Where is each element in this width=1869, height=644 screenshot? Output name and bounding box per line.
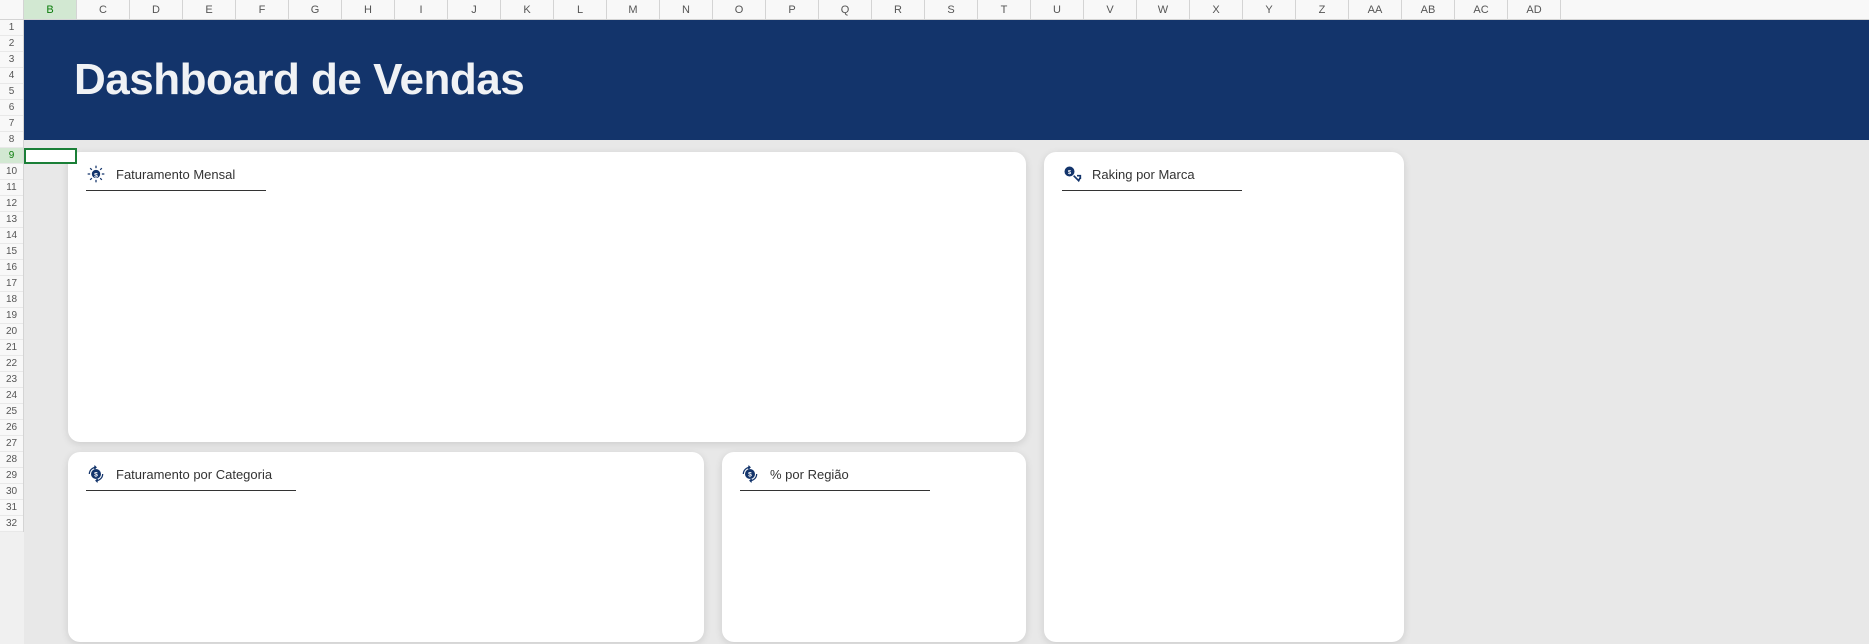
row-header-19[interactable]: 19 (0, 308, 23, 324)
column-header-d[interactable]: D (130, 0, 183, 19)
column-header-z[interactable]: Z (1296, 0, 1349, 19)
selected-cell-b9[interactable] (24, 148, 77, 164)
row-header-31[interactable]: 31 (0, 500, 23, 516)
row-header-12[interactable]: 12 (0, 196, 23, 212)
column-header-j[interactable]: J (448, 0, 501, 19)
row-header-28[interactable]: 28 (0, 452, 23, 468)
sheet-content: Dashboard de Vendas $ Faturame (24, 20, 1869, 644)
row-header-13[interactable]: 13 (0, 212, 23, 228)
row-header-8[interactable]: 8 (0, 132, 23, 148)
column-header-f[interactable]: F (236, 0, 289, 19)
column-header-e[interactable]: E (183, 0, 236, 19)
svg-text:$: $ (94, 472, 98, 479)
row-header-16[interactable]: 16 (0, 260, 23, 276)
column-header-k[interactable]: K (501, 0, 554, 19)
column-header-s[interactable]: S (925, 0, 978, 19)
row-header-21[interactable]: 21 (0, 340, 23, 356)
card-title-label: % por Região (770, 467, 849, 482)
card-title-label: Faturamento por Categoria (116, 467, 272, 482)
column-header-y[interactable]: Y (1243, 0, 1296, 19)
column-header-l[interactable]: L (554, 0, 607, 19)
row-headers: 1234567891011121314151617181920212223242… (0, 20, 24, 532)
column-header-p[interactable]: P (766, 0, 819, 19)
row-header-29[interactable]: 29 (0, 468, 23, 484)
column-header-q[interactable]: Q (819, 0, 872, 19)
row-header-7[interactable]: 7 (0, 116, 23, 132)
row-header-30[interactable]: 30 (0, 484, 23, 500)
row-header-20[interactable]: 20 (0, 324, 23, 340)
card-ranking-marca: $ Raking por Marca (1044, 152, 1404, 642)
card-faturamento-categoria: $ Faturamento por Categoria (68, 452, 704, 642)
column-header-aa[interactable]: AA (1349, 0, 1402, 19)
row-header-15[interactable]: 15 (0, 244, 23, 260)
row-header-3[interactable]: 3 (0, 52, 23, 68)
column-header-w[interactable]: W (1137, 0, 1190, 19)
column-header-v[interactable]: V (1084, 0, 1137, 19)
row-header-18[interactable]: 18 (0, 292, 23, 308)
ranking-icon: $ (1062, 164, 1082, 184)
card-underline (1062, 190, 1242, 191)
svg-text:$: $ (748, 472, 752, 479)
card-header: $ Faturamento por Categoria (86, 464, 686, 484)
column-headers: BCDEFGHIJKLMNOPQRSTUVWXYZAAABACAD (24, 0, 1869, 20)
row-header-9[interactable]: 9 (0, 148, 23, 164)
row-header-24[interactable]: 24 (0, 388, 23, 404)
dashboard-title: Dashboard de Vendas (74, 55, 524, 105)
column-header-ad[interactable]: AD (1508, 0, 1561, 19)
column-header-i[interactable]: I (395, 0, 448, 19)
row-header-27[interactable]: 27 (0, 436, 23, 452)
column-header-b[interactable]: B (24, 0, 77, 19)
column-header-u[interactable]: U (1031, 0, 1084, 19)
card-title-label: Raking por Marca (1092, 167, 1195, 182)
column-header-h[interactable]: H (342, 0, 395, 19)
row-header-25[interactable]: 25 (0, 404, 23, 420)
row-header-23[interactable]: 23 (0, 372, 23, 388)
column-header-t[interactable]: T (978, 0, 1031, 19)
row-header-5[interactable]: 5 (0, 84, 23, 100)
card-underline (86, 490, 296, 491)
row-header-10[interactable]: 10 (0, 164, 23, 180)
column-header-ac[interactable]: AC (1455, 0, 1508, 19)
card-underline (740, 490, 930, 491)
card-faturamento-mensal: $ Faturamento Mensal (68, 152, 1026, 442)
svg-text:$: $ (94, 172, 98, 179)
row-header-4[interactable]: 4 (0, 68, 23, 84)
dollar-cycle-icon: $ (740, 464, 760, 484)
card-header: $ Raking por Marca (1062, 164, 1386, 184)
select-all-corner[interactable] (0, 0, 24, 20)
column-header-c[interactable]: C (77, 0, 130, 19)
row-header-1[interactable]: 1 (0, 20, 23, 36)
column-header-o[interactable]: O (713, 0, 766, 19)
row-header-32[interactable]: 32 (0, 516, 23, 532)
row-header-2[interactable]: 2 (0, 36, 23, 52)
column-header-n[interactable]: N (660, 0, 713, 19)
dollar-cycle-icon: $ (86, 464, 106, 484)
column-header-r[interactable]: R (872, 0, 925, 19)
row-header-26[interactable]: 26 (0, 420, 23, 436)
card-underline (86, 190, 266, 191)
row-header-11[interactable]: 11 (0, 180, 23, 196)
row-header-22[interactable]: 22 (0, 356, 23, 372)
card-title-label: Faturamento Mensal (116, 167, 235, 182)
dollar-sun-icon: $ (86, 164, 106, 184)
card-por-regiao: $ % por Região (722, 452, 1026, 642)
row-header-6[interactable]: 6 (0, 100, 23, 116)
card-header: $ % por Região (740, 464, 1008, 484)
column-header-x[interactable]: X (1190, 0, 1243, 19)
row-header-17[interactable]: 17 (0, 276, 23, 292)
column-header-m[interactable]: M (607, 0, 660, 19)
column-header-g[interactable]: G (289, 0, 342, 19)
row-header-14[interactable]: 14 (0, 228, 23, 244)
column-header-ab[interactable]: AB (1402, 0, 1455, 19)
dashboard-header-banner: Dashboard de Vendas (24, 20, 1869, 140)
card-header: $ Faturamento Mensal (86, 164, 1008, 184)
